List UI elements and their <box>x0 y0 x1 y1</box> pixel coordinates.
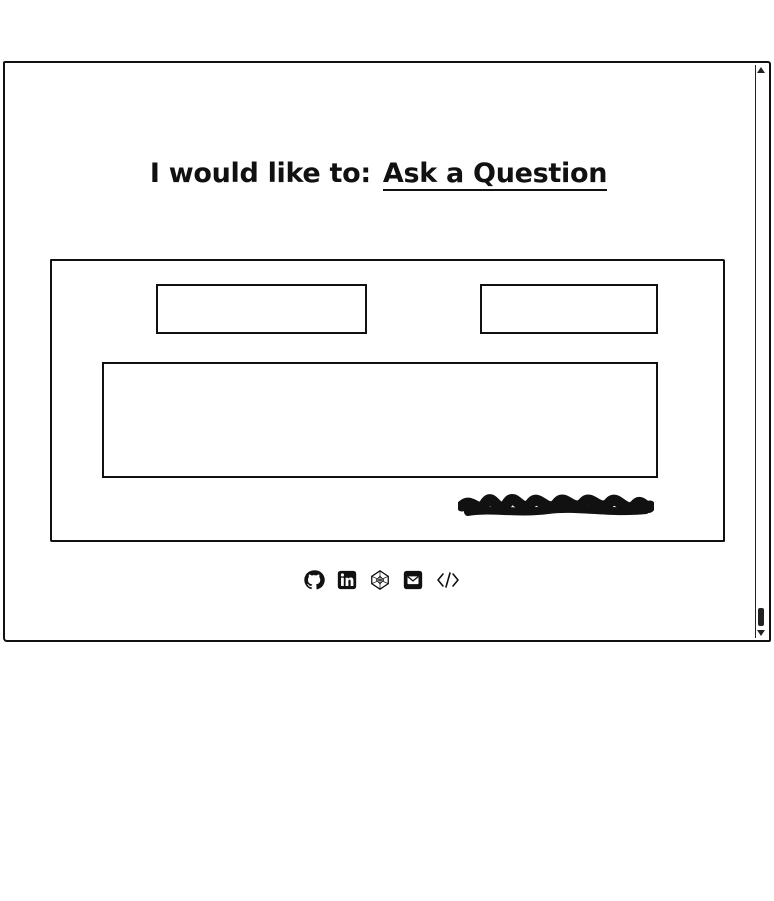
name-field[interactable] <box>156 284 367 334</box>
scroll-up-arrow-icon[interactable] <box>757 67 765 73</box>
action-selector[interactable]: Ask a Question <box>382 159 607 191</box>
vertical-scrollbar[interactable] <box>755 65 767 638</box>
code-icon[interactable] <box>435 569 461 591</box>
codepen-icon[interactable] <box>369 569 391 591</box>
scroll-down-arrow-icon[interactable] <box>757 630 765 636</box>
linkedin-icon[interactable] <box>336 569 358 591</box>
scroll-thumb[interactable] <box>758 608 764 626</box>
email-icon[interactable] <box>402 569 424 591</box>
page-heading: I would like to: Ask a Question <box>0 158 757 191</box>
heading-prefix: I would like to: <box>149 158 371 189</box>
github-icon[interactable] <box>303 569 325 591</box>
message-field[interactable] <box>102 362 658 478</box>
social-links <box>303 568 461 592</box>
email-field[interactable] <box>480 284 658 334</box>
submit-button[interactable] <box>458 490 654 522</box>
